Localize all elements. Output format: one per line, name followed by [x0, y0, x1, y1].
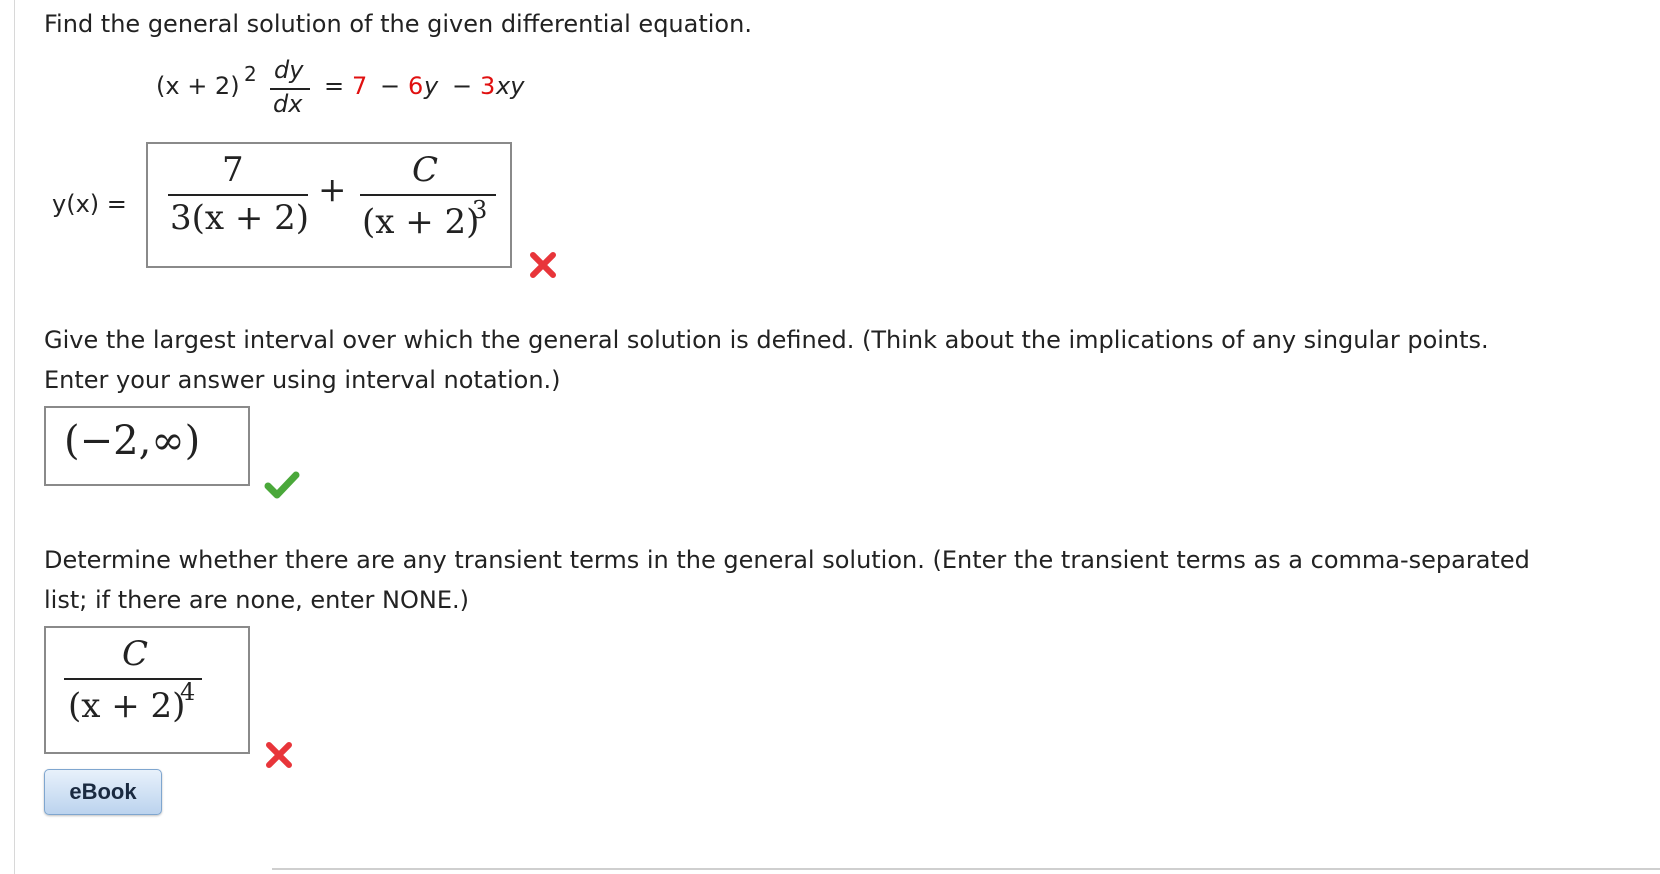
eq-coef-3: 3	[480, 72, 496, 100]
question-1-prompt: Find the general solution of the given d…	[44, 10, 752, 38]
eq-minus-1: −	[380, 72, 401, 100]
solution-numerator-2: C	[412, 150, 439, 190]
eq-equals: =	[324, 72, 345, 100]
solution-numerator-1: 7	[222, 150, 244, 190]
question-2-prompt-line-1: Give the largest interval over which the…	[44, 326, 1489, 354]
eq-coef-7: 7	[352, 72, 368, 100]
eq-lhs-exponent: 2	[244, 62, 257, 86]
solution-fraction-bar-1	[168, 194, 308, 196]
page-frame	[14, 0, 1660, 874]
transient-numerator: C	[122, 634, 149, 674]
question-3-prompt-line-2: list; if there are none, enter NONE.)	[44, 586, 470, 614]
transient-terms-input-box[interactable]: C (x + 2) 4	[44, 626, 250, 754]
solution-plus: +	[318, 170, 347, 210]
eq-dy: dy	[274, 56, 304, 84]
question-2-prompt-line-2: Enter your answer using interval notatio…	[44, 366, 561, 394]
solution-denominator-1: 3(x + 2)	[170, 198, 310, 238]
eq-dx: dx	[273, 90, 303, 118]
ebook-button[interactable]: eBook	[44, 769, 162, 815]
incorrect-x-icon	[530, 252, 556, 278]
eq-minus-2: −	[452, 72, 473, 100]
solution-denominator-2-exponent: 3	[472, 196, 488, 224]
correct-check-icon	[264, 471, 300, 499]
eq-y: y	[424, 72, 439, 100]
transient-denominator-exponent: 4	[180, 678, 196, 706]
bottom-divider	[272, 868, 1660, 870]
eq-xy: xy	[496, 72, 525, 100]
eq-coef-6: 6	[408, 72, 424, 100]
eq-lhs: (x + 2)	[156, 72, 240, 100]
answer-label-y-of-x: y(x) =	[52, 190, 127, 218]
question-3-prompt-line-1: Determine whether there are any transien…	[44, 546, 1530, 574]
solution-denominator-2: (x + 2)	[362, 202, 480, 242]
interval-answer: (−2,∞)	[64, 418, 201, 464]
interval-input-box[interactable]: (−2,∞)	[44, 406, 250, 486]
incorrect-x-icon-2	[266, 742, 292, 768]
transient-denominator: (x + 2)	[68, 686, 186, 726]
solution-input-box[interactable]: 7 3(x + 2) + C (x + 2) 3	[146, 142, 512, 268]
